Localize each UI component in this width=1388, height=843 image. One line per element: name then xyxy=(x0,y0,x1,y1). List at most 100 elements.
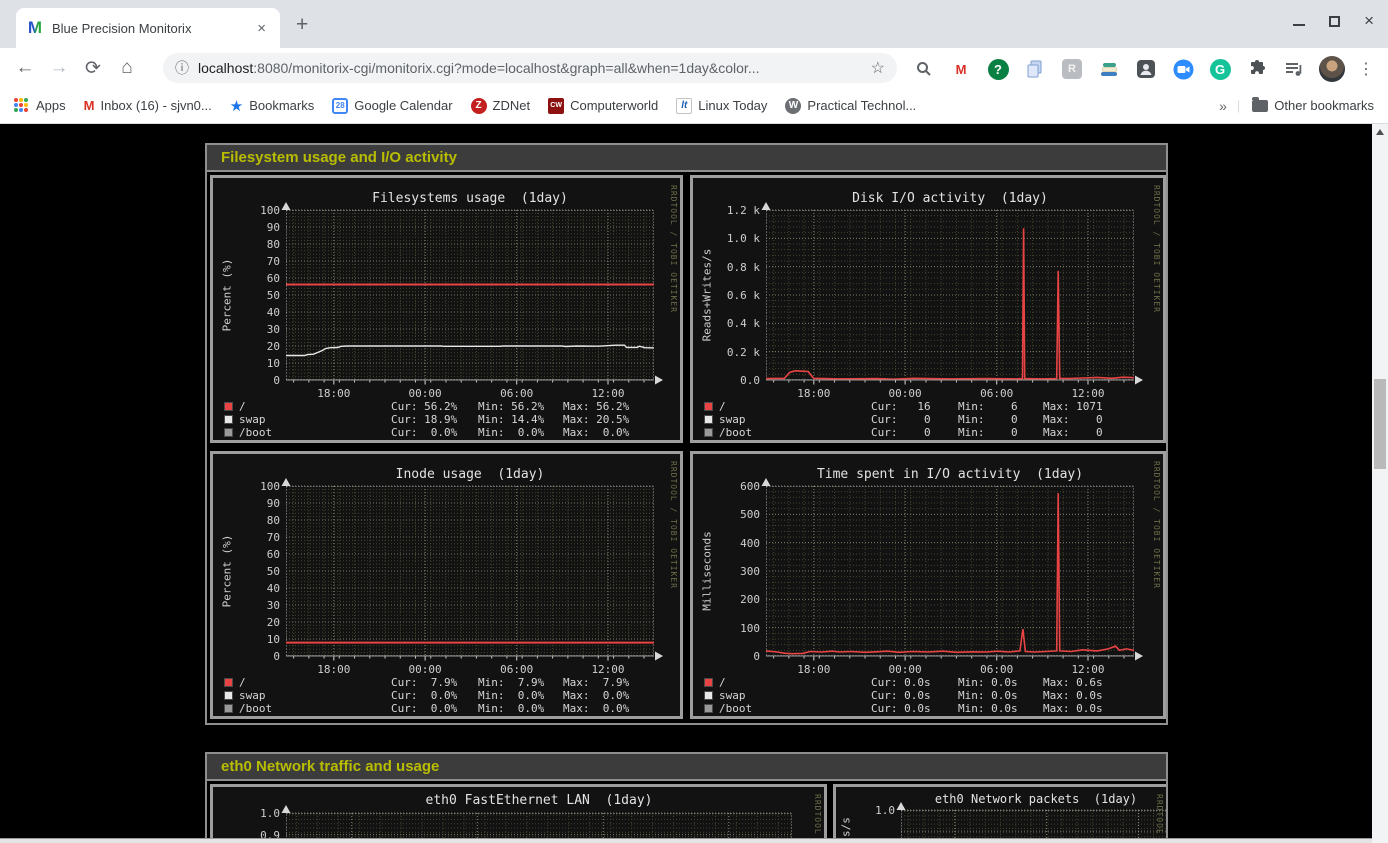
y-axis-label: Percent (%) xyxy=(221,259,234,332)
legend-text: Max: 0.0% xyxy=(563,426,655,439)
legend-text: Min: 0.0s xyxy=(958,689,1043,702)
bookmark-practical-technology[interactable]: W Practical Technol... xyxy=(785,98,916,114)
tab-close-icon[interactable]: × xyxy=(253,20,270,37)
x-tick-label: 12:00 xyxy=(585,387,631,400)
y-axis-label: s/s xyxy=(840,817,853,837)
legend-text: Min: 0.0s xyxy=(958,702,1043,715)
x-tick-label: 12:00 xyxy=(1065,663,1111,676)
legend-swatch xyxy=(224,691,233,700)
legend-text: Min: 0.0s xyxy=(958,676,1043,689)
bookmarks-overflow-chevron[interactable]: » xyxy=(1219,98,1227,114)
browser-menu-icon[interactable]: ⋮ xyxy=(1358,59,1374,79)
home-button[interactable]: ⌂ xyxy=(110,57,144,79)
bookmark-star-icon[interactable]: ☆ xyxy=(871,58,885,78)
hangouts-help-icon[interactable]: ? xyxy=(986,57,1010,81)
legend-text: Max: 0 xyxy=(1043,426,1135,439)
y-tick-label: 50 xyxy=(230,565,280,578)
legend-text: swap xyxy=(719,413,871,426)
y-tick-label: 100 xyxy=(710,622,760,635)
y-tick-label: 90 xyxy=(230,497,280,510)
bookmark-inbox[interactable]: M Inbox (16) - sjvn0... xyxy=(84,98,212,113)
section-title: eth0 Network traffic and usage xyxy=(207,754,1166,781)
legend-text: /boot xyxy=(239,702,391,715)
bookmark-linux-today[interactable]: lt Linux Today xyxy=(676,98,767,114)
legend-swatch xyxy=(224,678,233,687)
new-tab-button[interactable]: + xyxy=(296,14,308,35)
apps-grid-icon xyxy=(14,98,30,114)
vertical-scrollbar[interactable] xyxy=(1372,124,1388,843)
y-tick-label: 10 xyxy=(230,357,280,370)
chart-title: Filesystems usage (1day) xyxy=(286,191,654,206)
x-tick-label: 12:00 xyxy=(1065,387,1111,400)
legend-text: Max: 0.6s xyxy=(1043,676,1135,689)
x-tick-label: 18:00 xyxy=(791,387,837,400)
rrdtool-watermark: RRDTOOL / TOBI OETIKER xyxy=(669,185,678,313)
tab-strip: M Blue Precision Monitorix × + × xyxy=(0,0,1388,48)
legend-text: Max: 0.0% xyxy=(563,689,655,702)
y-tick-label: 100 xyxy=(230,204,280,217)
bookmark-bookmarks[interactable]: ★ Bookmarks xyxy=(230,97,314,115)
forward-button[interactable]: → xyxy=(42,57,76,79)
legend-text: Cur: 0.0s xyxy=(871,676,958,689)
zoom-icon[interactable] xyxy=(1171,57,1195,81)
legend-row: /bootCur: 0.0%Min: 0.0%Max: 0.0% xyxy=(224,702,676,715)
r-extension-icon[interactable]: R xyxy=(1060,57,1084,81)
bookmark-apps[interactable]: Apps xyxy=(14,98,66,114)
minimize-button[interactable] xyxy=(1293,14,1305,26)
url-text[interactable]: localhost:8080/monitorix-cgi/monitorix.c… xyxy=(198,60,871,76)
x-tick-label: 18:00 xyxy=(311,387,357,400)
rrdtool-watermark: RRDTOOL / TOBI OETIKER xyxy=(1152,185,1161,313)
y-tick-label: 200 xyxy=(710,593,760,606)
wordpress-icon: W xyxy=(785,98,801,114)
close-window-button[interactable]: × xyxy=(1364,14,1374,28)
profile-avatar[interactable] xyxy=(1319,56,1345,82)
legend-text: Cur: 7.9% xyxy=(391,676,478,689)
y-axis-label: Percent (%) xyxy=(221,535,234,608)
legend-swatch xyxy=(224,415,233,424)
y-tick-label: 0 xyxy=(710,650,760,663)
browser-toolbar: ← → ⟳ ⌂ ⓘ localhost:8080/monitorix-cgi/m… xyxy=(0,48,1388,88)
back-button[interactable]: ← xyxy=(8,57,42,79)
reload-button[interactable]: ⟳ xyxy=(76,57,110,80)
bookmark-computerworld[interactable]: CW Computerworld xyxy=(548,98,658,114)
legend-text: Max: 56.2% xyxy=(563,400,655,413)
legend-row: /bootCur: 0.0%Min: 0.0%Max: 0.0% xyxy=(224,426,676,439)
computerworld-icon: CW xyxy=(548,98,564,114)
legend-text: Min: 7.9% xyxy=(478,676,563,689)
bookmark-zdnet[interactable]: Z ZDNet xyxy=(471,98,531,114)
legend-text: /boot xyxy=(719,702,871,715)
maximize-button[interactable] xyxy=(1329,16,1340,27)
gmail-icon: M xyxy=(84,98,95,113)
tab-monitorix[interactable]: M Blue Precision Monitorix × xyxy=(16,8,280,48)
y-tick-label: 100 xyxy=(230,480,280,493)
address-bar[interactable]: ⓘ localhost:8080/monitorix-cgi/monitorix… xyxy=(163,53,897,83)
gmail-icon[interactable]: M xyxy=(949,57,973,81)
legend-text: Cur: 0.0% xyxy=(391,689,478,702)
legend-text: Min: 0.0% xyxy=(478,702,563,715)
legend-text: / xyxy=(719,400,871,413)
x-tick-label: 00:00 xyxy=(882,663,928,676)
page-info-icon[interactable]: ⓘ xyxy=(175,58,189,78)
grammarly-icon[interactable]: G xyxy=(1208,57,1232,81)
extensions-puzzle-icon[interactable] xyxy=(1245,57,1269,81)
scrollbar-thumb[interactable] xyxy=(1374,379,1386,469)
session-person-icon[interactable] xyxy=(1134,57,1158,81)
y-tick-label: 0.4 k xyxy=(710,317,760,330)
other-bookmarks-folder[interactable]: Other bookmarks xyxy=(1252,98,1374,113)
x-tick-label: 18:00 xyxy=(311,663,357,676)
legend-text: Min: 6 xyxy=(958,400,1043,413)
legend-text: / xyxy=(719,676,871,689)
bookmark-google-calendar[interactable]: 28 Google Calendar xyxy=(332,98,452,114)
legend-text: swap xyxy=(239,689,391,702)
legend-text: Cur: 0 xyxy=(871,426,958,439)
series-swap xyxy=(286,345,654,355)
y-tick-label: 1.0 xyxy=(230,807,280,820)
y-tick-label: 0.6 k xyxy=(710,289,760,302)
scroll-up-arrow-icon[interactable] xyxy=(1376,129,1384,135)
playlist-music-icon[interactable] xyxy=(1282,57,1306,81)
y-tick-label: 0.2 k xyxy=(710,346,760,359)
copy-pages-icon[interactable] xyxy=(1023,57,1047,81)
search-icon[interactable] xyxy=(912,57,936,81)
legend-text: Cur: 0.0s xyxy=(871,689,958,702)
books-icon[interactable] xyxy=(1097,57,1121,81)
